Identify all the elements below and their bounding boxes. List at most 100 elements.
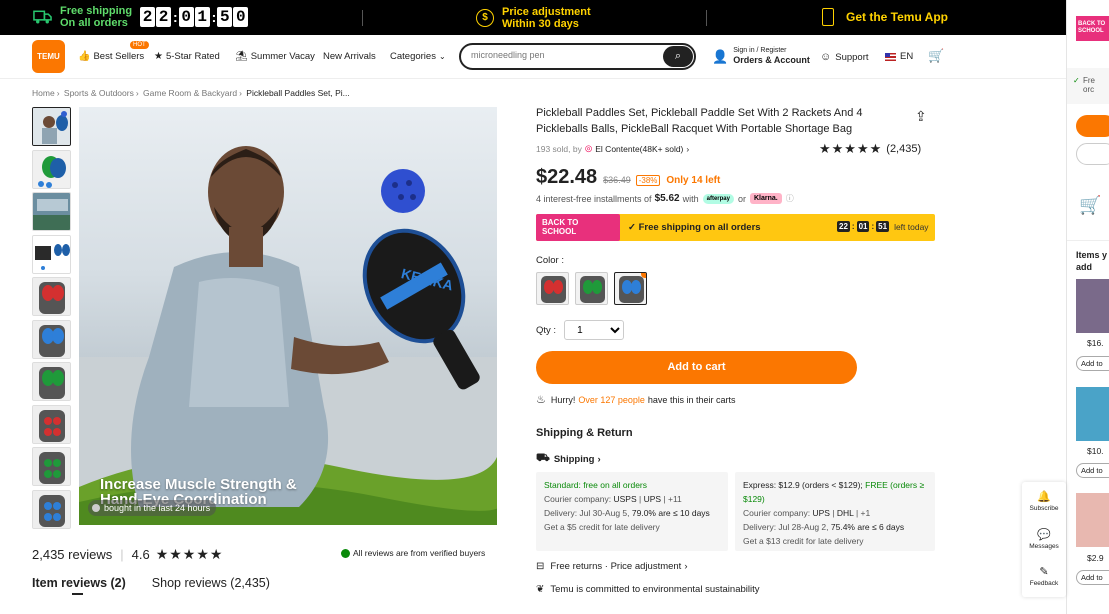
verified-label: All reviews are from verified buyers — [353, 548, 486, 558]
thumbnail-image[interactable] — [32, 362, 71, 401]
badge-line1: BACK TO — [542, 218, 579, 227]
tab-indicator — [72, 593, 83, 595]
share-icon[interactable]: ⇪ — [915, 108, 927, 125]
std-more: +11 — [667, 494, 682, 504]
phone-icon — [822, 8, 834, 26]
subscribe-label: Subscribe — [1029, 505, 1059, 512]
thumbnail-image[interactable] — [32, 149, 71, 189]
nav-best-sellers[interactable]: 👍 Best Sellers — [78, 51, 144, 62]
color-swatch-blue[interactable] — [614, 272, 647, 305]
qty-label: Qty : — [536, 324, 557, 336]
nav-new-arrivals[interactable]: New Arrivals — [323, 51, 376, 62]
quantity-select[interactable]: 1 — [564, 320, 625, 340]
thumbnail-image[interactable] — [32, 447, 71, 486]
product-photo: KESIKA — [79, 146, 497, 525]
breadcrumb-current: Pickleball Paddles Set, Pi... — [246, 88, 350, 98]
search-button[interactable]: ⌕ — [663, 46, 693, 67]
thumbnail-image[interactable] — [32, 404, 71, 444]
sold-info: 193 sold, by ◎ El Contente(48K+ sold) › — [536, 143, 689, 154]
search-bar: ⌕ — [459, 43, 696, 70]
support-link[interactable]: ☺ Support — [820, 51, 869, 63]
suggested-price: $10. — [1087, 446, 1104, 456]
color-swatch-red[interactable] — [536, 272, 569, 305]
leaf-icon: ❦ — [536, 584, 545, 595]
install-amount: $5.62 — [654, 193, 680, 204]
account-menu[interactable]: 👤 Sign in / Register Orders & Account — [712, 47, 810, 66]
check-icon: ✓ — [1073, 76, 1080, 85]
promo-timer-minutes: 01 — [856, 221, 870, 232]
add-to-cart-button[interactable]: Add to cart — [536, 351, 857, 384]
suggested-item-image[interactable] — [1076, 387, 1109, 441]
breadcrumb-game-room[interactable]: Game Room & Backyard — [143, 88, 237, 98]
thumbnail-image[interactable] — [32, 489, 71, 529]
sustainability-note[interactable]: ❦ Temu is committed to environmental sus… — [536, 584, 759, 595]
flame-icon: ♨ — [536, 394, 546, 406]
suggested-add-button[interactable]: Add to — [1076, 463, 1109, 478]
banner-line1: Increase Muscle Strength & — [100, 476, 297, 493]
breadcrumb-sports[interactable]: Sports & Outdoors — [64, 88, 134, 98]
suggested-item-image[interactable] — [1076, 279, 1109, 333]
promo-free-shipping: ✓ Free shipping on all orders — [628, 222, 761, 233]
dhl-logo: DHL — [836, 508, 854, 518]
thumbnail-image[interactable] — [32, 277, 71, 316]
free-ship-line1: Free shipping — [60, 5, 133, 17]
go-to-cart-button[interactable] — [1076, 143, 1109, 165]
product-rating[interactable]: ★★★★★ (2,435) — [819, 141, 921, 157]
thumbs-up-icon: 👍 — [78, 51, 91, 62]
subscribe-button[interactable]: 🔔 Subscribe — [1022, 490, 1066, 512]
us-flag-icon — [885, 52, 896, 61]
checkout-button[interactable] — [1076, 115, 1109, 137]
color-swatches — [536, 272, 653, 305]
thumbnail-image[interactable] — [32, 319, 71, 359]
sold-count: 193 sold, by — [536, 143, 582, 154]
get-app-label: Get the Temu App — [846, 10, 948, 24]
exp-more: +1 — [860, 508, 871, 518]
ups-logo: UPS — [812, 508, 830, 518]
suggested-add-button[interactable]: Add to — [1076, 570, 1109, 585]
thumbnail-image[interactable] — [32, 192, 71, 231]
review-count: 2,435 reviews — [32, 547, 113, 562]
store-logo-icon: ◎ — [584, 143, 593, 153]
tab-shop-reviews[interactable]: Shop reviews (2,435) — [152, 576, 270, 590]
badge-line2: SCHOOL — [542, 227, 577, 236]
returns-link[interactable]: ⊟ Free returns · Price adjustment › — [536, 561, 688, 572]
temu-logo[interactable]: TEMU — [32, 40, 65, 73]
feedback-button[interactable]: ✎ Feedback — [1022, 565, 1066, 587]
info-icon[interactable]: ⓘ — [786, 193, 794, 204]
thumbnail-image[interactable] — [32, 234, 71, 274]
shipping-link[interactable]: ⛟ Shipping › — [536, 452, 601, 466]
search-icon: ⌕ — [674, 50, 682, 62]
chevron-right-icon: › — [686, 143, 690, 154]
suggested-add-button[interactable]: Add to — [1076, 356, 1109, 371]
breadcrumb-home[interactable]: Home — [32, 88, 55, 98]
shield-check-icon — [341, 548, 350, 558]
main-product-image[interactable]: KESIKA — [79, 107, 497, 525]
color-swatch-green[interactable] — [575, 272, 608, 305]
promo-timer-seconds: 51 — [876, 221, 890, 232]
install-text: 4 interest-free installments of — [536, 193, 652, 204]
thumbnail-image[interactable] — [32, 107, 71, 146]
exp-courier-label: Courier company: — [743, 508, 811, 518]
support-label: Support — [835, 51, 869, 63]
get-app-banner[interactable]: Get the Temu App — [822, 8, 948, 26]
tab-item-reviews[interactable]: Item reviews (2) — [32, 576, 126, 590]
star-badge-icon: ★ — [154, 51, 163, 62]
nav-five-star[interactable]: ★ 5-Star Rated — [154, 51, 220, 62]
price-adjustment-banner[interactable]: $ Price adjustment Within 30 days — [476, 6, 591, 30]
language-selector[interactable]: EN — [885, 51, 913, 62]
search-input[interactable] — [471, 50, 651, 60]
suggested-item-image[interactable] — [1076, 493, 1109, 547]
store-link[interactable]: El Contente(48K+ sold) — [595, 144, 683, 154]
returns-label: Free returns · Price adjustment — [550, 561, 682, 572]
cart-icon[interactable]: 🛒 — [928, 48, 944, 64]
nav-summer-vacay[interactable]: ⛱ Summer Vacay — [235, 51, 315, 62]
breadcrumb: Home › Sports & Outdoors › Game Room & Bac… — [32, 88, 350, 98]
afterpay-logo: afterpay — [702, 193, 734, 204]
check-icon: ✓ — [628, 222, 639, 233]
nav-categories[interactable]: Categories ⌄ — [390, 51, 449, 62]
exp-pct: 75.4% are ≤ 6 days — [830, 522, 905, 532]
free-shipping-banner[interactable]: Free shipping On all orders — [33, 5, 132, 29]
std-pct: 79.0% are ≤ 10 days — [631, 508, 710, 518]
nav-label: Best Sellers — [93, 51, 145, 62]
messages-button[interactable]: 💬 Messages — [1022, 528, 1066, 550]
